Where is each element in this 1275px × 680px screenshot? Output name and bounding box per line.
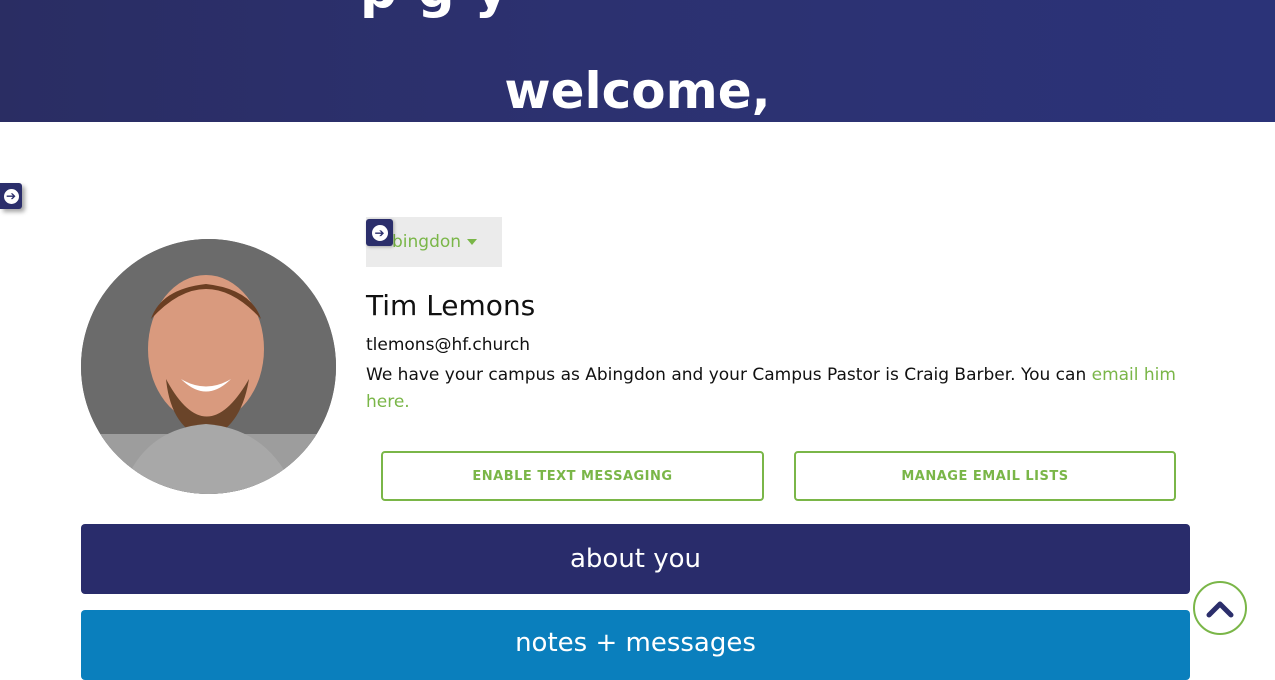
about-you-label: about you bbox=[569, 544, 702, 574]
campus-dropdown-label: bingdon bbox=[392, 232, 462, 252]
manage-email-lists-button[interactable]: MANAGE EMAIL LISTS bbox=[794, 451, 1176, 501]
enable-text-messaging-button[interactable]: ENABLE TEXT MESSAGING bbox=[381, 451, 764, 501]
campus-info-text: We have your campus as Abingdon and your… bbox=[366, 365, 1092, 385]
scroll-to-top-button[interactable] bbox=[1193, 581, 1247, 635]
campus-dropdown-arrow-button[interactable]: ➔ bbox=[366, 219, 393, 246]
profile-email: tlemons@hf.church bbox=[366, 335, 530, 355]
chevron-up-icon bbox=[1206, 601, 1234, 618]
caret-down-icon bbox=[467, 239, 478, 245]
campus-info: We have your campus as Abingdon and your… bbox=[366, 362, 1196, 416]
profile-name: Tim Lemons bbox=[366, 289, 536, 322]
notes-messages-panel[interactable]: notes + messages bbox=[81, 610, 1190, 680]
notes-messages-label: notes + messages bbox=[515, 628, 756, 658]
arrow-right-circle-icon: ➔ bbox=[371, 224, 388, 241]
hero-banner: p g y welcome, bbox=[0, 0, 1275, 122]
avatar bbox=[81, 239, 336, 494]
avatar-photo bbox=[81, 239, 336, 494]
welcome-heading: welcome, bbox=[504, 62, 771, 120]
hero-cut-text: p g y bbox=[360, 0, 510, 20]
about-you-panel[interactable]: about you bbox=[81, 524, 1190, 594]
arrow-right-circle-icon: ➔ bbox=[3, 188, 19, 204]
side-panel-toggle[interactable]: ➔ bbox=[0, 183, 22, 209]
